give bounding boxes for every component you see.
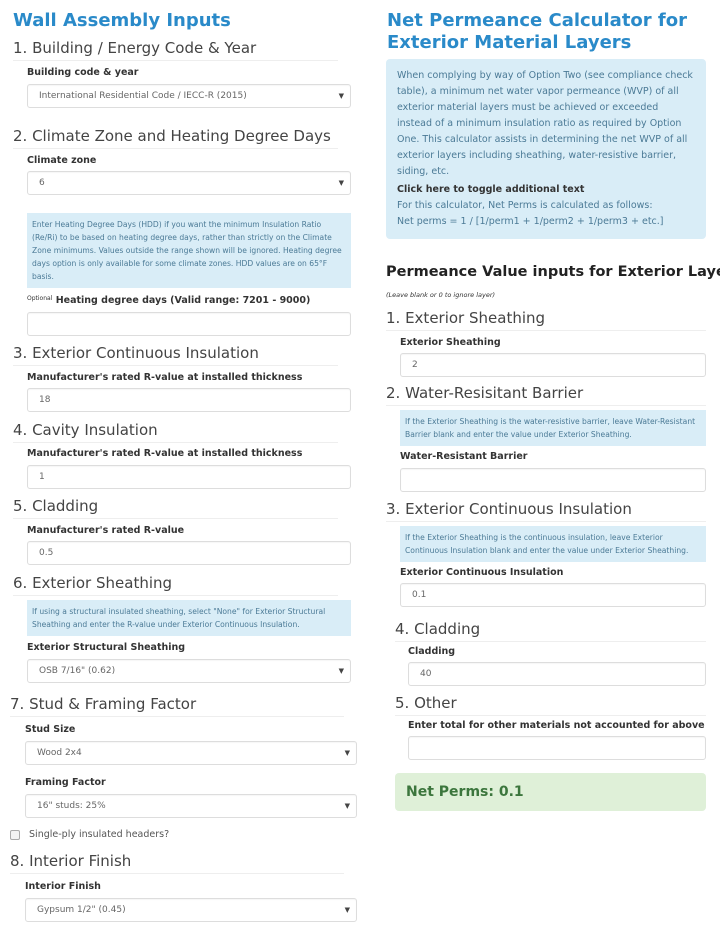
perm-cladding-value: 40	[420, 669, 432, 679]
sheathing-info-note: If using a structural insulated sheathin…	[27, 600, 351, 636]
perm-cladding-label: Cladding	[408, 646, 456, 657]
building-code-select[interactable]: International Residential Code / IECC-R …	[27, 84, 351, 108]
sheathing-value: OSB 7/16" (0.62)	[39, 666, 116, 676]
chevron-down-icon: ▼	[344, 802, 350, 810]
toggle-additional-text-link[interactable]: Click here to toggle additional text	[397, 182, 695, 198]
wrb-input[interactable]	[400, 468, 706, 492]
net-perms-result: Net Perms: 0.1	[395, 773, 706, 811]
formula-intro: For this calculator, Net Perms is calcul…	[397, 200, 653, 211]
cavity-value: 1	[39, 472, 45, 482]
chevron-down-icon: ▼	[344, 749, 350, 757]
section-heading-code: 1. Building / Energy Code & Year	[13, 38, 338, 61]
permeance-subnote: (Leave blank or 0 to ignore layer)	[386, 291, 496, 299]
wrb-label: Water-Resistant Barrier	[400, 451, 528, 462]
exterior-ci-value: 18	[39, 395, 51, 405]
interior-finish-label: Interior Finish	[25, 881, 101, 892]
chevron-down-icon: ▼	[344, 906, 350, 914]
perm-heading-cladding: 4. Cladding	[395, 619, 706, 642]
climate-zone-select[interactable]: 6 ▼	[27, 171, 351, 195]
section-heading-exterior-ci: 3. Exterior Continuous Insulation	[13, 343, 338, 366]
hdd-info-note: Enter Heating Degree Days (HDD) if you w…	[27, 213, 351, 288]
perm-heading-exterior-ci: 3. Exterior Continuous Insulation	[386, 499, 706, 522]
perm-other-input[interactable]	[408, 736, 706, 760]
sheathing-select[interactable]: OSB 7/16" (0.62) ▼	[27, 659, 351, 683]
stud-size-label: Stud Size	[25, 724, 76, 735]
optional-tag: Optional	[27, 295, 53, 302]
framing-factor-select[interactable]: 16" studs: 25% ▼	[25, 794, 357, 818]
cladding-input[interactable]: 0.5	[27, 541, 351, 565]
page-title: Wall Assembly Inputs	[13, 10, 231, 31]
perm-exterior-ci-value: 0.1	[412, 590, 427, 600]
perm-heading-sheathing: 1. Exterior Sheathing	[386, 308, 706, 331]
exterior-ci-info-note: If the Exterior Sheathing is the continu…	[400, 526, 706, 562]
insulated-headers-checkbox[interactable]	[10, 829, 20, 840]
section-heading-interior: 8. Interior Finish	[10, 851, 344, 874]
building-code-label: Building code & year	[27, 67, 139, 78]
exterior-ci-input[interactable]: 18	[27, 388, 351, 412]
section-heading-cavity: 4. Cavity Insulation	[13, 420, 338, 443]
section-heading-stud: 7. Stud & Framing Factor	[10, 694, 344, 717]
hdd-label: Optional Heating degree days (Valid rang…	[27, 295, 310, 306]
cladding-value: 0.5	[39, 548, 54, 558]
perm-other-label: Enter total for other materials not acco…	[408, 720, 705, 731]
framing-factor-label: Framing Factor	[25, 777, 106, 788]
stud-size-select[interactable]: Wood 2x4 ▼	[25, 741, 357, 765]
perm-exterior-ci-label: Exterior Continuous Insulation	[400, 567, 564, 578]
framing-factor-value: 16" studs: 25%	[37, 801, 106, 811]
cavity-input[interactable]: 1	[27, 465, 351, 489]
climate-zone-label: Climate zone	[27, 155, 97, 166]
hdd-input[interactable]	[27, 312, 351, 336]
sheathing-label: Exterior Structural Sheathing	[27, 642, 186, 653]
stud-size-value: Wood 2x4	[37, 748, 82, 758]
perm-cladding-input[interactable]: 40	[408, 662, 706, 686]
calculator-title: Net Permeance Calculator for Exterior Ma…	[387, 10, 688, 53]
perm-sheathing-input[interactable]: 2	[400, 353, 706, 377]
interior-finish-select[interactable]: Gypsum 1/2" (0.45) ▼	[25, 898, 357, 922]
calculator-intro-note: When complying by way of Option Two (see…	[386, 59, 706, 239]
cladding-label: Manufacturer's rated R-value	[27, 525, 185, 536]
chevron-down-icon: ▼	[338, 667, 344, 675]
building-code-value: International Residential Code / IECC-R …	[39, 91, 247, 101]
insulated-headers-label: Single-ply insulated headers?	[29, 829, 170, 840]
exterior-ci-label: Manufacturer's rated R-value at installe…	[27, 372, 303, 383]
chevron-down-icon: ▼	[338, 179, 344, 187]
insulated-headers-row[interactable]: Single-ply insulated headers?	[10, 829, 169, 840]
chevron-down-icon: ▼	[338, 92, 344, 100]
climate-zone-value: 6	[39, 178, 45, 188]
perm-exterior-ci-input[interactable]: 0.1	[400, 583, 706, 607]
perm-heading-other: 5. Other	[395, 693, 706, 716]
section-heading-cladding: 5. Cladding	[13, 496, 338, 519]
perm-sheathing-label: Exterior Sheathing	[400, 337, 501, 348]
hdd-label-text: Heating degree days (Valid range: 7201 -…	[55, 295, 311, 306]
perm-heading-wrb: 2. Water-Resisitant Barrier	[386, 383, 706, 406]
wrb-info-note: If the Exterior Sheathing is the water-r…	[400, 410, 706, 446]
permeance-subtitle: Permeance Value inputs for Exterior Laye…	[386, 264, 720, 280]
cavity-label: Manufacturer's rated R-value at installe…	[27, 448, 303, 459]
section-heading-climate: 2. Climate Zone and Heating Degree Days	[13, 126, 338, 149]
intro-text: When complying by way of Option Two (see…	[397, 70, 693, 177]
interior-finish-value: Gypsum 1/2" (0.45)	[37, 905, 126, 915]
perm-sheathing-value: 2	[412, 360, 418, 370]
formula-text: Net perms = 1 / [1/perm1 + 1/perm2 + 1/p…	[397, 216, 664, 227]
section-heading-sheathing: 6. Exterior Sheathing	[13, 573, 338, 596]
